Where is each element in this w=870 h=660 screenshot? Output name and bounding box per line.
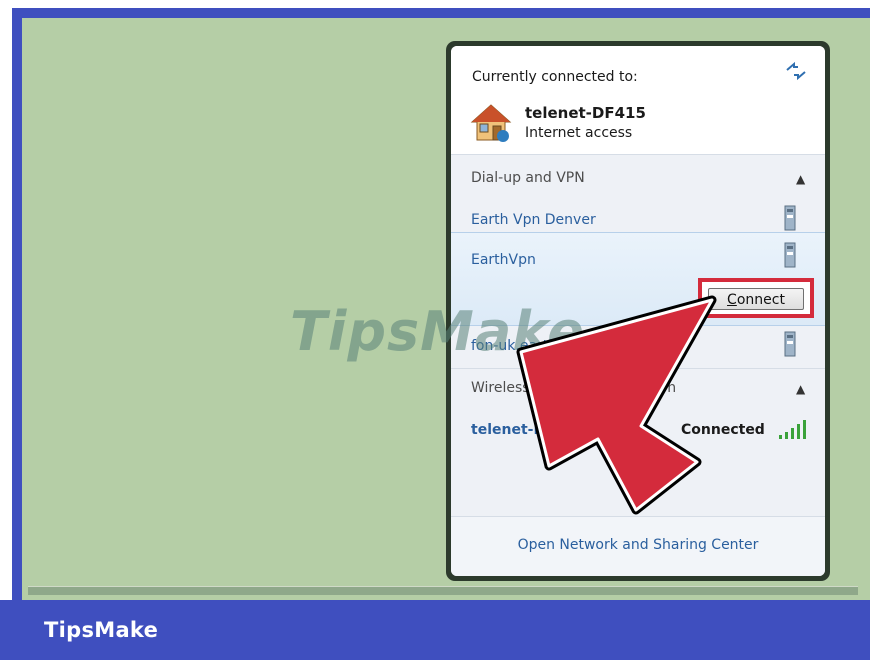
connect-button[interactable]: Connect — [708, 288, 804, 310]
watermark: TipsMake — [290, 300, 585, 363]
current-network-name: telenet-DF415 — [525, 104, 646, 122]
vpn-group-label: Dial-up and VPN — [471, 170, 585, 186]
chevron-up-icon[interactable]: ▲ — [796, 382, 805, 396]
house-icon — [470, 102, 512, 144]
chevron-up-icon[interactable]: ▲ — [796, 172, 805, 186]
vpn-item-earth-vpn-denver[interactable]: Earth Vpn Denver — [471, 212, 596, 228]
current-connection-section: Currently connected to: telenet-DF415 In… — [451, 46, 825, 155]
connect-button-label: onnect — [736, 292, 785, 308]
vpn-icon — [782, 331, 798, 357]
frame-left — [12, 8, 22, 600]
connect-button-underline: C — [727, 292, 737, 308]
current-network-status: Internet access — [525, 125, 633, 141]
open-network-sharing-center-link[interactable]: Open Network and Sharing Center — [451, 537, 825, 553]
refresh-icon[interactable] — [784, 61, 808, 81]
wireless-group-label: Wireless Network Connection — [471, 380, 677, 396]
vpn-icon — [782, 242, 798, 268]
vpn-item-earthvpn[interactable]: EarthVpn — [471, 252, 536, 268]
frame-top — [12, 8, 870, 18]
currently-connected-label: Currently connected to: — [472, 69, 638, 85]
signal-strength-icon — [777, 418, 809, 440]
wireless-network-status: Connected — [681, 422, 765, 438]
footer-brand: TipsMake — [44, 618, 159, 642]
wireless-network-name[interactable]: telenet-DF415 — [471, 422, 584, 438]
vpn-icon — [782, 205, 798, 231]
taskbar — [28, 586, 858, 595]
